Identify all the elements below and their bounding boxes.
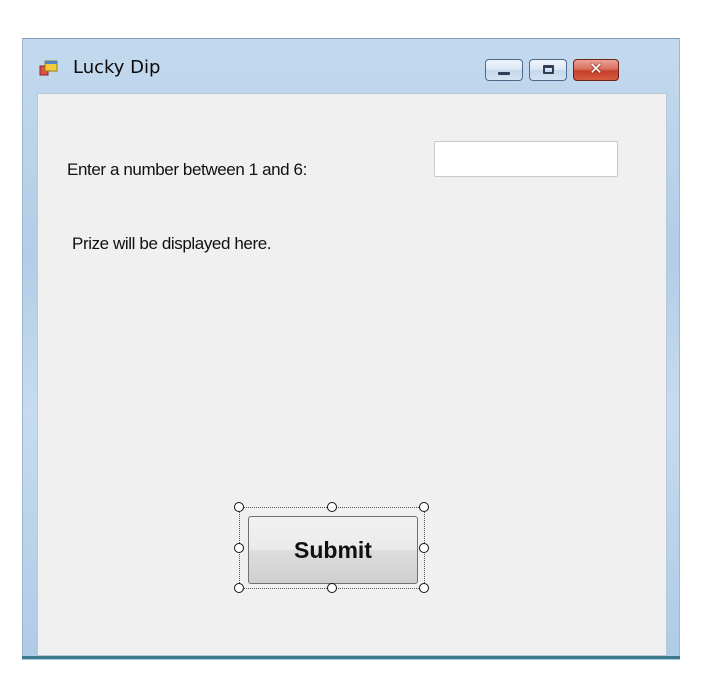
resize-handle-bottom-right[interactable] bbox=[419, 583, 429, 593]
submit-button[interactable]: Submit bbox=[248, 516, 418, 584]
close-icon: ✕ bbox=[589, 61, 603, 78]
title-bar[interactable]: Lucky Dip ✕ bbox=[23, 39, 679, 93]
number-prompt-label: Enter a number between 1 and 6: bbox=[67, 160, 307, 179]
resize-handle-right[interactable] bbox=[419, 543, 429, 553]
resize-handle-left[interactable] bbox=[234, 543, 244, 553]
minimize-icon bbox=[498, 72, 510, 75]
prize-label: Prize will be displayed here. bbox=[72, 234, 272, 253]
resize-handle-top-right[interactable] bbox=[419, 502, 429, 512]
resize-handle-top-left[interactable] bbox=[234, 502, 244, 512]
resize-handle-bottom-left[interactable] bbox=[234, 583, 244, 593]
resize-handle-bottom[interactable] bbox=[327, 583, 337, 593]
close-button[interactable]: ✕ bbox=[573, 59, 619, 81]
app-window: Lucky Dip ✕ Enter a number between 1 and… bbox=[22, 38, 680, 660]
window-title: Lucky Dip bbox=[73, 57, 161, 78]
winform-icon bbox=[39, 60, 58, 76]
number-input[interactable] bbox=[434, 141, 618, 177]
resize-handle-top[interactable] bbox=[327, 502, 337, 512]
maximize-button[interactable] bbox=[529, 59, 567, 81]
form-client-area: Enter a number between 1 and 6: Prize wi… bbox=[37, 93, 667, 656]
maximize-icon bbox=[543, 65, 554, 74]
window-bottom-edge bbox=[22, 656, 680, 659]
minimize-button[interactable] bbox=[485, 59, 523, 81]
